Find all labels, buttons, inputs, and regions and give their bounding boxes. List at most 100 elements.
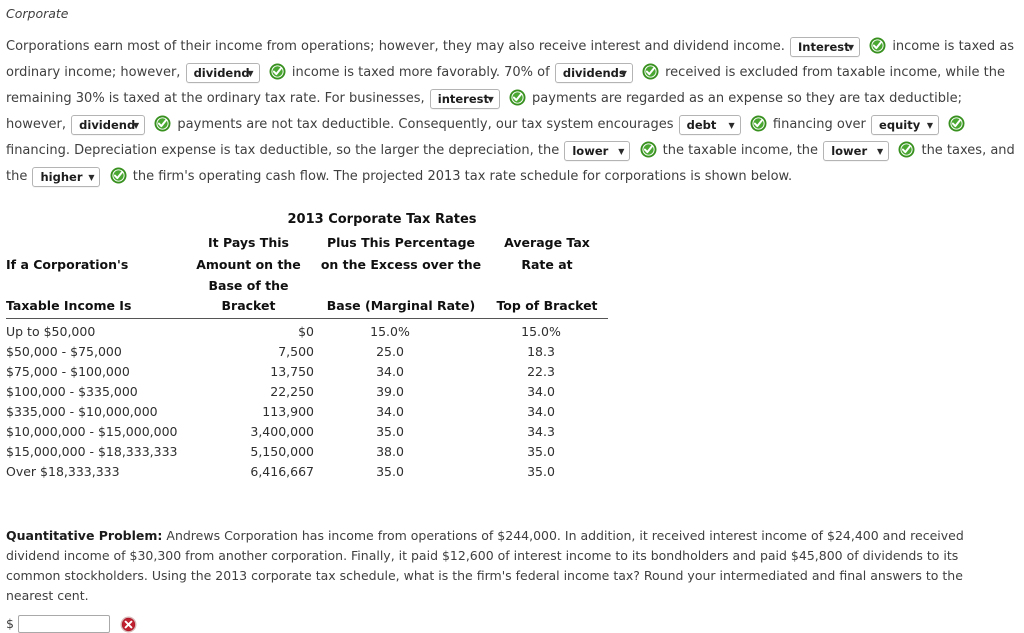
table-row: Up to $50,000 $0 15.0% 15.0% xyxy=(6,319,608,343)
prose-text-3: income is taxed more favorably. 70% of xyxy=(291,65,550,80)
dropdown-interest-2[interactable]: interest ▼ xyxy=(429,88,500,109)
cell-base-tax: 22,250 xyxy=(270,384,314,399)
dropdown-lower-2[interactable]: lower ▼ xyxy=(823,140,890,161)
table-row: Over $18,333,333 6,416,667 35.0 35.0 xyxy=(6,462,608,482)
chevron-down-icon: ▼ xyxy=(847,42,855,52)
cell-avg-rate: 34.3 xyxy=(527,424,555,439)
prose-text-7: financing over xyxy=(772,117,866,132)
quantitative-problem: Quantitative Problem: Andrews Corporatio… xyxy=(6,526,1006,606)
cell-base-tax: 3,400,000 xyxy=(250,424,314,439)
dropdown-dividend-1[interactable]: dividend ▼ xyxy=(185,62,260,83)
page-title: Corporate xyxy=(6,6,69,21)
dropdown-value: debt xyxy=(686,117,717,132)
cell-marginal-rate: 25.0 xyxy=(376,344,404,359)
check-circle-icon xyxy=(110,167,127,184)
check-circle-icon xyxy=(509,89,526,106)
prose-text-9: the taxable income, the xyxy=(662,143,819,158)
worksheet-page: Corporate Corporations earn most of thei… xyxy=(0,0,1024,633)
check-circle-icon xyxy=(642,63,659,80)
dropdown-dividends-1[interactable]: dividends ▼ xyxy=(554,62,633,83)
table-header-line-2: If a Corporation's Amount on the on the … xyxy=(6,255,608,277)
dropdown-value: higher xyxy=(40,169,83,184)
currency-symbol: $ xyxy=(6,616,14,631)
dropdown-value: dividend xyxy=(79,117,136,132)
cell-bracket: $75,000 - $100,000 xyxy=(6,364,130,379)
prose-text-6: payments are not tax deductible. Consequ… xyxy=(177,117,674,132)
cell-marginal-rate: 38.0 xyxy=(376,444,404,459)
cell-avg-rate: 34.0 xyxy=(527,384,555,399)
chevron-down-icon: ▼ xyxy=(487,94,494,104)
answer-input[interactable] xyxy=(17,615,110,633)
dropdown-lower-1[interactable]: lower ▼ xyxy=(564,140,631,161)
dropdown-value: dividends xyxy=(562,65,626,80)
cell-marginal-rate: 15.0% xyxy=(370,324,410,339)
prose-text-1: Corporations earn most of their income f… xyxy=(6,39,785,54)
cell-bracket: $335,000 - $10,000,000 xyxy=(6,404,158,419)
cell-avg-rate: 35.0 xyxy=(527,464,555,479)
cell-marginal-rate: 34.0 xyxy=(376,404,404,419)
dropdown-value: equity xyxy=(879,117,921,132)
header-col2-line3: Base of the Bracket xyxy=(181,276,316,319)
cell-base-tax: $0 xyxy=(298,324,314,339)
cell-bracket: $50,000 - $75,000 xyxy=(6,344,122,359)
dropdown-debt[interactable]: debt ▼ xyxy=(678,114,741,135)
header-col4-line1: Average Tax xyxy=(504,235,590,250)
check-circle-icon xyxy=(269,63,286,80)
answer-row: $ xyxy=(6,615,1024,633)
table-row: $15,000,000 - $18,333,333 5,150,000 38.0… xyxy=(6,442,608,462)
prose-text-8: financing. Depreciation expense is tax d… xyxy=(6,143,560,158)
cell-base-tax: 113,900 xyxy=(262,404,314,419)
tax-rate-table-container: 2013 Corporate Tax Rates It Pays This Pl… xyxy=(6,212,1024,482)
cell-bracket: $100,000 - $335,000 xyxy=(6,384,138,399)
cell-avg-rate: 18.3 xyxy=(527,344,555,359)
dropdown-equity[interactable]: equity ▼ xyxy=(871,114,940,135)
table-row: $50,000 - $75,000 7,500 25.0 18.3 xyxy=(6,342,608,362)
check-circle-icon xyxy=(948,115,965,132)
cell-bracket: $10,000,000 - $15,000,000 xyxy=(6,424,178,439)
table-row: $75,000 - $100,000 13,750 34.0 22.3 xyxy=(6,362,608,382)
chevron-down-icon: ▼ xyxy=(926,120,934,130)
header-col2-line1: It Pays This xyxy=(208,235,289,250)
chevron-down-icon: ▼ xyxy=(88,172,95,182)
dropdown-value: dividend xyxy=(193,65,250,80)
header-col1-line3: Taxable Income Is xyxy=(6,276,181,319)
dropdown-interest-1[interactable]: Interest ▼ xyxy=(790,36,861,57)
table-title: 2013 Corporate Tax Rates xyxy=(287,212,477,227)
dropdown-value: Interest xyxy=(798,39,850,54)
cell-bracket: Over $18,333,333 xyxy=(6,464,120,479)
table-header-line-1: It Pays This Plus This Percentage Averag… xyxy=(6,233,608,255)
header-col1-line1 xyxy=(6,233,181,255)
table-row: $10,000,000 - $15,000,000 3,400,000 35.0… xyxy=(6,422,608,442)
check-circle-icon xyxy=(154,115,171,132)
chevron-down-icon: ▼ xyxy=(728,120,735,130)
error-circle-icon xyxy=(120,616,137,633)
chevron-down-icon: ▼ xyxy=(877,146,884,156)
tax-rate-table: 2013 Corporate Tax Rates It Pays This Pl… xyxy=(6,212,608,482)
table-head: It Pays This Plus This Percentage Averag… xyxy=(6,233,608,319)
cell-marginal-rate: 35.0 xyxy=(376,464,404,479)
header-col3-line1: Plus This Percentage xyxy=(326,235,476,250)
header-col3-line3: Base (Marginal Rate) xyxy=(316,276,486,319)
dropdown-value: lower xyxy=(572,143,609,158)
cell-base-tax: 6,416,667 xyxy=(250,464,314,479)
cell-avg-rate: 22.3 xyxy=(527,364,555,379)
quantitative-problem-label: Quantitative Problem: xyxy=(6,528,163,543)
dropdown-dividend-2[interactable]: dividend ▼ xyxy=(71,114,146,135)
table-body: Up to $50,000 $0 15.0% 15.0% $50,000 - $… xyxy=(6,319,608,483)
check-circle-icon xyxy=(750,115,767,132)
chevron-down-icon: ▼ xyxy=(132,120,140,130)
cell-avg-rate: 34.0 xyxy=(527,404,555,419)
cell-bracket: $15,000,000 - $18,333,333 xyxy=(6,444,178,459)
chevron-down-icon: ▼ xyxy=(618,146,625,156)
cell-marginal-rate: 34.0 xyxy=(376,364,404,379)
cell-base-tax: 13,750 xyxy=(270,364,314,379)
check-circle-icon xyxy=(898,141,915,158)
cell-base-tax: 5,150,000 xyxy=(250,444,314,459)
header-col1-line2: If a Corporation's xyxy=(6,256,129,272)
prose-text-11: the firm's operating cash flow. The proj… xyxy=(132,169,793,184)
header-col4-line3: Top of Bracket xyxy=(486,276,608,319)
dropdown-higher[interactable]: higher ▼ xyxy=(32,166,101,187)
header-col2-line2: Amount on the xyxy=(196,256,301,272)
chevron-down-icon: ▼ xyxy=(247,68,254,78)
cell-marginal-rate: 39.0 xyxy=(376,384,404,399)
